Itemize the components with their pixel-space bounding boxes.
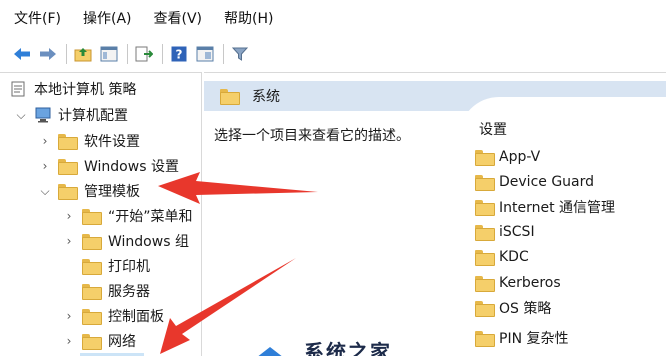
chevron-right-icon[interactable]: › bbox=[38, 159, 52, 173]
folder-icon bbox=[475, 150, 495, 166]
menu-bar: 文件(F) 操作(A) 查看(V) 帮助(H) bbox=[0, 0, 666, 36]
watermark-text: 系统之家 bbox=[304, 340, 392, 356]
menu-view[interactable]: 查看(V) bbox=[154, 8, 203, 28]
tree-label: 服务器 bbox=[108, 284, 150, 300]
list-item-label: Kerberos bbox=[499, 275, 561, 291]
list-item-label: iSCSI bbox=[499, 224, 535, 240]
folder-icon bbox=[475, 301, 495, 317]
list-item-label: OS 策略 bbox=[499, 301, 552, 317]
list-item[interactable]: OS 策略 bbox=[475, 296, 551, 320]
tree-label: 本地计算机 策略 bbox=[34, 82, 137, 98]
list-item[interactable]: KDC bbox=[475, 245, 529, 269]
toolbar-separator bbox=[127, 44, 128, 64]
list-item-label: KDC bbox=[499, 249, 529, 265]
list-item-label: Internet 通信管理 bbox=[499, 200, 616, 216]
details-pane: 系统 选择一个项目来查看它的描述。 设置 App-V Device Guard … bbox=[204, 72, 666, 356]
tree-node-computer-config[interactable]: ⌵ 计算机配置 bbox=[14, 103, 128, 127]
tree-label: 管理模板 bbox=[84, 184, 140, 200]
folder-icon bbox=[82, 259, 102, 275]
list-item[interactable]: Internet 通信管理 bbox=[475, 195, 615, 219]
tree-label: 计算机配置 bbox=[58, 108, 128, 124]
tree-node-admin-templates[interactable]: ⌵ 管理模板 bbox=[38, 179, 140, 203]
folder-icon bbox=[475, 225, 495, 241]
folder-icon bbox=[475, 200, 495, 216]
list-item[interactable]: iSCSI bbox=[475, 220, 535, 244]
menu-help[interactable]: 帮助(H) bbox=[224, 8, 273, 28]
list-item[interactable]: Device Guard bbox=[475, 170, 594, 194]
chevron-right-icon[interactable]: › bbox=[62, 234, 76, 248]
menu-action[interactable]: 操作(A) bbox=[83, 8, 132, 28]
back-arrow-icon[interactable] bbox=[12, 44, 32, 64]
policy-tree: 本地计算机 策略 ⌵ 计算机配置 › 软件设置 › Windows 设置 ⌵ 管… bbox=[0, 72, 202, 356]
tree-label: “开始”菜单和 bbox=[108, 209, 193, 225]
toolbar-separator bbox=[223, 44, 224, 64]
tree-node-printers[interactable]: 打印机 bbox=[82, 254, 150, 278]
description-text: 选择一个项目来查看它的描述。 bbox=[214, 128, 410, 144]
tree-label: 打印机 bbox=[108, 259, 150, 275]
watermark-logo-icon bbox=[257, 346, 283, 356]
tree-label: Windows 设置 bbox=[84, 159, 179, 175]
chevron-right-icon[interactable]: › bbox=[62, 209, 76, 223]
chevron-down-icon[interactable]: ⌵ bbox=[14, 108, 28, 122]
folder-icon bbox=[220, 89, 240, 105]
tree-node-start-menu[interactable]: › “开始”菜单和 bbox=[62, 204, 193, 228]
toolbar-separator bbox=[66, 44, 67, 64]
folder-icon bbox=[58, 184, 78, 200]
details-header-title: 系统 bbox=[252, 89, 280, 105]
tree-label: 网络 bbox=[108, 334, 136, 350]
toolbar-separator bbox=[162, 44, 163, 64]
folder-icon bbox=[58, 159, 78, 175]
tree-label: 控制面板 bbox=[108, 309, 164, 325]
folder-icon bbox=[82, 234, 102, 250]
policy-document-icon bbox=[10, 81, 26, 97]
tree-node-windows-components[interactable]: › Windows 组 bbox=[62, 229, 189, 253]
filter-icon[interactable] bbox=[230, 44, 250, 64]
up-folder-icon[interactable] bbox=[73, 44, 93, 64]
tree-label: 软件设置 bbox=[84, 134, 140, 150]
list-item-label: App-V bbox=[499, 149, 541, 165]
tree-node-software-settings[interactable]: › 软件设置 bbox=[38, 129, 140, 153]
folder-icon bbox=[82, 284, 102, 300]
list-item-label: Device Guard bbox=[499, 174, 595, 190]
tree-node-windows-settings[interactable]: › Windows 设置 bbox=[38, 154, 179, 178]
folder-icon bbox=[82, 209, 102, 225]
watermark: 系统之家 bbox=[250, 336, 392, 356]
list-item[interactable]: PIN 复杂性 bbox=[475, 326, 569, 350]
show-hide-tree-icon[interactable] bbox=[99, 44, 119, 64]
tree-node-local-policy[interactable]: 本地计算机 策略 bbox=[10, 77, 136, 101]
toolbar: ? bbox=[0, 38, 666, 70]
folder-icon bbox=[58, 134, 78, 150]
tree-node-servers[interactable]: 服务器 bbox=[82, 279, 150, 303]
menu-file[interactable]: 文件(F) bbox=[14, 8, 61, 28]
list-item[interactable]: App-V bbox=[475, 145, 540, 169]
svg-text:?: ? bbox=[176, 48, 183, 62]
chevron-right-icon[interactable]: › bbox=[62, 309, 76, 323]
help-icon[interactable]: ? bbox=[169, 44, 189, 64]
settings-column-header[interactable]: 设置 bbox=[479, 119, 507, 139]
tree-label: Windows 组 bbox=[108, 234, 189, 250]
tree-node-control-panel[interactable]: › 控制面板 bbox=[62, 304, 164, 328]
folder-icon bbox=[82, 334, 102, 350]
folder-icon bbox=[82, 309, 102, 325]
chevron-right-icon[interactable]: › bbox=[38, 134, 52, 148]
chevron-down-icon[interactable]: ⌵ bbox=[38, 184, 52, 198]
folder-icon bbox=[475, 276, 495, 292]
properties-icon[interactable] bbox=[195, 44, 215, 64]
computer-icon bbox=[34, 107, 52, 123]
folder-icon bbox=[475, 175, 495, 191]
forward-arrow-icon[interactable] bbox=[38, 44, 58, 64]
chevron-right-icon[interactable]: › bbox=[62, 334, 76, 348]
list-item-label: PIN 复杂性 bbox=[499, 331, 569, 347]
folder-icon bbox=[475, 331, 495, 347]
list-item[interactable]: Kerberos bbox=[475, 271, 561, 295]
tree-node-network[interactable]: › 网络 bbox=[62, 329, 136, 353]
export-list-icon[interactable] bbox=[134, 44, 154, 64]
folder-icon bbox=[475, 250, 495, 266]
